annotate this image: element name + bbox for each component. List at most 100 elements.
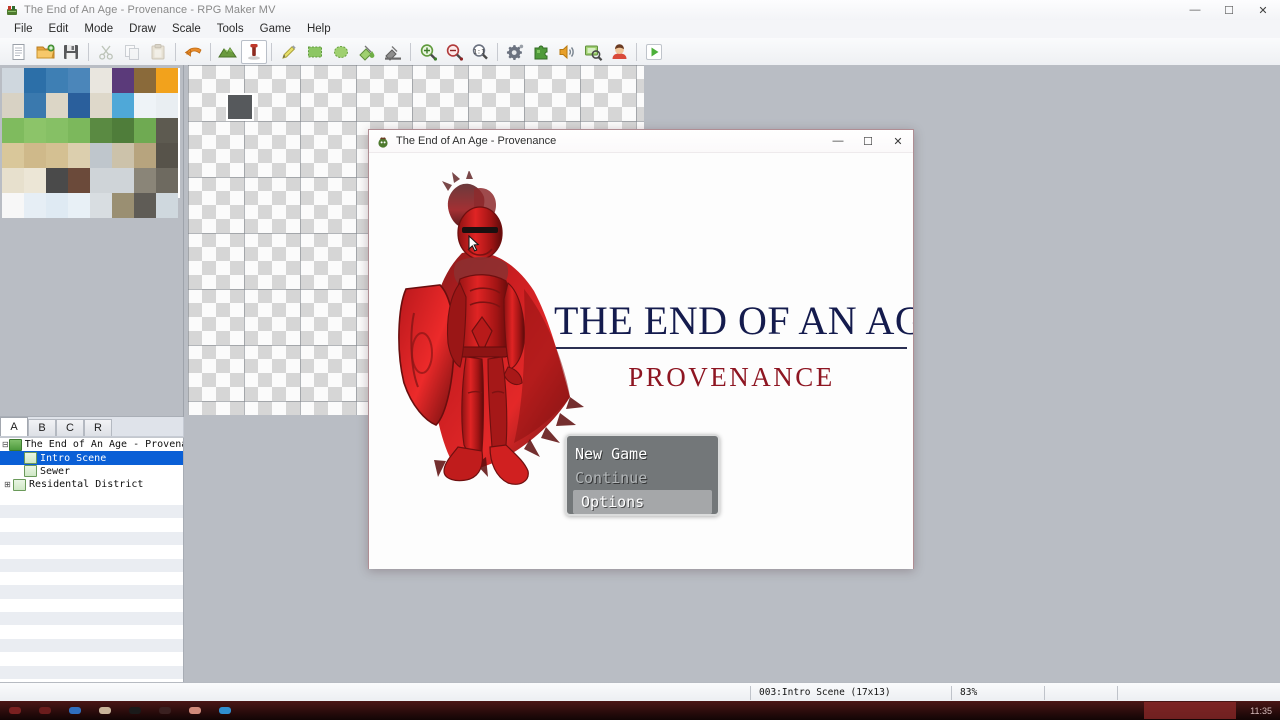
taskbar-item-6[interactable] bbox=[180, 701, 210, 720]
copy-icon[interactable] bbox=[119, 40, 145, 64]
tileset-palette[interactable] bbox=[0, 65, 184, 417]
menu-item-scale[interactable]: Scale bbox=[164, 22, 209, 36]
taskbar-item-4[interactable] bbox=[120, 701, 150, 720]
zoom-in-icon[interactable] bbox=[415, 40, 441, 64]
tileset-cell[interactable] bbox=[134, 93, 156, 118]
tileset-cell[interactable] bbox=[68, 193, 90, 218]
minimize-button[interactable]: — bbox=[1178, 0, 1212, 20]
tileset-cell[interactable] bbox=[2, 93, 24, 118]
close-button[interactable]: ✕ bbox=[1246, 0, 1280, 20]
menu-item-continue[interactable]: Continue bbox=[567, 466, 718, 490]
database-icon[interactable] bbox=[502, 40, 528, 64]
menu-item-options[interactable]: Options bbox=[573, 490, 712, 514]
game-window[interactable]: The End of An Age - Provenance — ☐ ✕ THE… bbox=[368, 129, 914, 569]
tileset-cell[interactable] bbox=[2, 68, 24, 93]
tileset-cell[interactable] bbox=[24, 193, 46, 218]
tileset-grid[interactable] bbox=[2, 68, 180, 218]
new-project-icon[interactable] bbox=[6, 40, 32, 64]
tileset-cell[interactable] bbox=[134, 118, 156, 143]
selected-tile-cell[interactable] bbox=[226, 93, 254, 121]
tileset-cell[interactable] bbox=[156, 143, 178, 168]
game-maximize-button[interactable]: ☐ bbox=[853, 130, 883, 152]
rectangle-tool-icon[interactable] bbox=[302, 40, 328, 64]
map-tree-row[interactable]: ⊟ The End of An Age - Provenance bbox=[0, 438, 183, 451]
tileset-cell[interactable] bbox=[112, 68, 134, 93]
tileset-cell[interactable] bbox=[112, 168, 134, 193]
shadow-pen-icon[interactable] bbox=[380, 40, 406, 64]
tileset-cell[interactable] bbox=[46, 68, 68, 93]
map-tree-row[interactable]: Intro Scene bbox=[0, 451, 183, 465]
tileset-cell[interactable] bbox=[90, 118, 112, 143]
zoom-out-icon[interactable] bbox=[441, 40, 467, 64]
os-taskbar[interactable]: 11:35 bbox=[0, 701, 1280, 720]
undo-icon[interactable] bbox=[180, 40, 206, 64]
flood-fill-icon[interactable] bbox=[354, 40, 380, 64]
tileset-cell[interactable] bbox=[90, 143, 112, 168]
tab-b[interactable]: B bbox=[28, 419, 56, 436]
tileset-cell[interactable] bbox=[24, 143, 46, 168]
ellipse-tool-icon[interactable] bbox=[328, 40, 354, 64]
tileset-cell[interactable] bbox=[46, 143, 68, 168]
tileset-cell[interactable] bbox=[156, 118, 178, 143]
sound-test-icon[interactable] bbox=[554, 40, 580, 64]
tab-c[interactable]: C bbox=[56, 419, 84, 436]
game-close-button[interactable]: ✕ bbox=[883, 130, 913, 152]
game-viewport[interactable]: THE END OF AN AGE PROVENANCE New Game Co… bbox=[369, 153, 913, 569]
taskbar-item-7[interactable] bbox=[210, 701, 240, 720]
tileset-cell[interactable] bbox=[46, 93, 68, 118]
menu-item-draw[interactable]: Draw bbox=[121, 22, 164, 36]
tileset-cell[interactable] bbox=[24, 93, 46, 118]
tileset-cell[interactable] bbox=[24, 168, 46, 193]
paste-icon[interactable] bbox=[145, 40, 171, 64]
tileset-cell[interactable] bbox=[68, 143, 90, 168]
tab-r[interactable]: R bbox=[84, 419, 112, 436]
pencil-tool-icon[interactable] bbox=[276, 40, 302, 64]
tileset-cell[interactable] bbox=[2, 118, 24, 143]
tab-a[interactable]: A bbox=[0, 417, 28, 436]
taskbar-item-3[interactable] bbox=[90, 701, 120, 720]
cut-icon[interactable] bbox=[93, 40, 119, 64]
save-project-icon[interactable] bbox=[58, 40, 84, 64]
map-tree-row[interactable]: ⊞ Residental District bbox=[0, 478, 183, 491]
tileset-cell[interactable] bbox=[2, 193, 24, 218]
tree-expander-icon[interactable]: ⊟ bbox=[2, 440, 9, 449]
map-tree[interactable]: ⊟ The End of An Age - ProvenanceIntro Sce… bbox=[0, 437, 184, 683]
playtest-icon[interactable] bbox=[641, 40, 667, 64]
menu-item-edit[interactable]: Edit bbox=[41, 22, 77, 36]
tileset-cell[interactable] bbox=[68, 68, 90, 93]
tileset-cell[interactable] bbox=[46, 193, 68, 218]
tileset-cell[interactable] bbox=[90, 68, 112, 93]
menu-item-tools[interactable]: Tools bbox=[209, 22, 252, 36]
tileset-cell[interactable] bbox=[112, 93, 134, 118]
tileset-cell[interactable] bbox=[112, 143, 134, 168]
tileset-cell[interactable] bbox=[68, 93, 90, 118]
maximize-button[interactable]: ☐ bbox=[1212, 0, 1246, 20]
tileset-cell[interactable] bbox=[24, 118, 46, 143]
tileset-cell[interactable] bbox=[134, 143, 156, 168]
tileset-cell[interactable] bbox=[112, 118, 134, 143]
taskbar-active-window[interactable] bbox=[1144, 702, 1236, 719]
tree-expander-icon[interactable]: ⊞ bbox=[2, 480, 13, 489]
character-generator-icon[interactable] bbox=[606, 40, 632, 64]
open-project-icon[interactable] bbox=[32, 40, 58, 64]
menu-item-file[interactable]: File bbox=[6, 22, 41, 36]
tileset-cell[interactable] bbox=[46, 118, 68, 143]
taskbar-item-2[interactable] bbox=[60, 701, 90, 720]
menu-item-mode[interactable]: Mode bbox=[76, 22, 121, 36]
title-command-window[interactable]: New Game Continue Options bbox=[565, 434, 720, 516]
taskbar-start-icon[interactable] bbox=[0, 701, 30, 720]
menu-item-new-game[interactable]: New Game bbox=[567, 442, 718, 466]
tileset-cell[interactable] bbox=[112, 193, 134, 218]
menu-item-game[interactable]: Game bbox=[252, 22, 299, 36]
plugin-manager-icon[interactable] bbox=[528, 40, 554, 64]
tileset-cell[interactable] bbox=[156, 193, 178, 218]
game-minimize-button[interactable]: — bbox=[823, 130, 853, 152]
map-tree-row[interactable]: Sewer bbox=[0, 465, 183, 478]
taskbar-item-1[interactable] bbox=[30, 701, 60, 720]
tileset-cell[interactable] bbox=[2, 143, 24, 168]
tileset-cell[interactable] bbox=[90, 193, 112, 218]
tileset-cell[interactable] bbox=[90, 93, 112, 118]
tileset-cell[interactable] bbox=[46, 168, 68, 193]
tileset-cell[interactable] bbox=[134, 168, 156, 193]
event-mode-icon[interactable] bbox=[241, 39, 267, 64]
